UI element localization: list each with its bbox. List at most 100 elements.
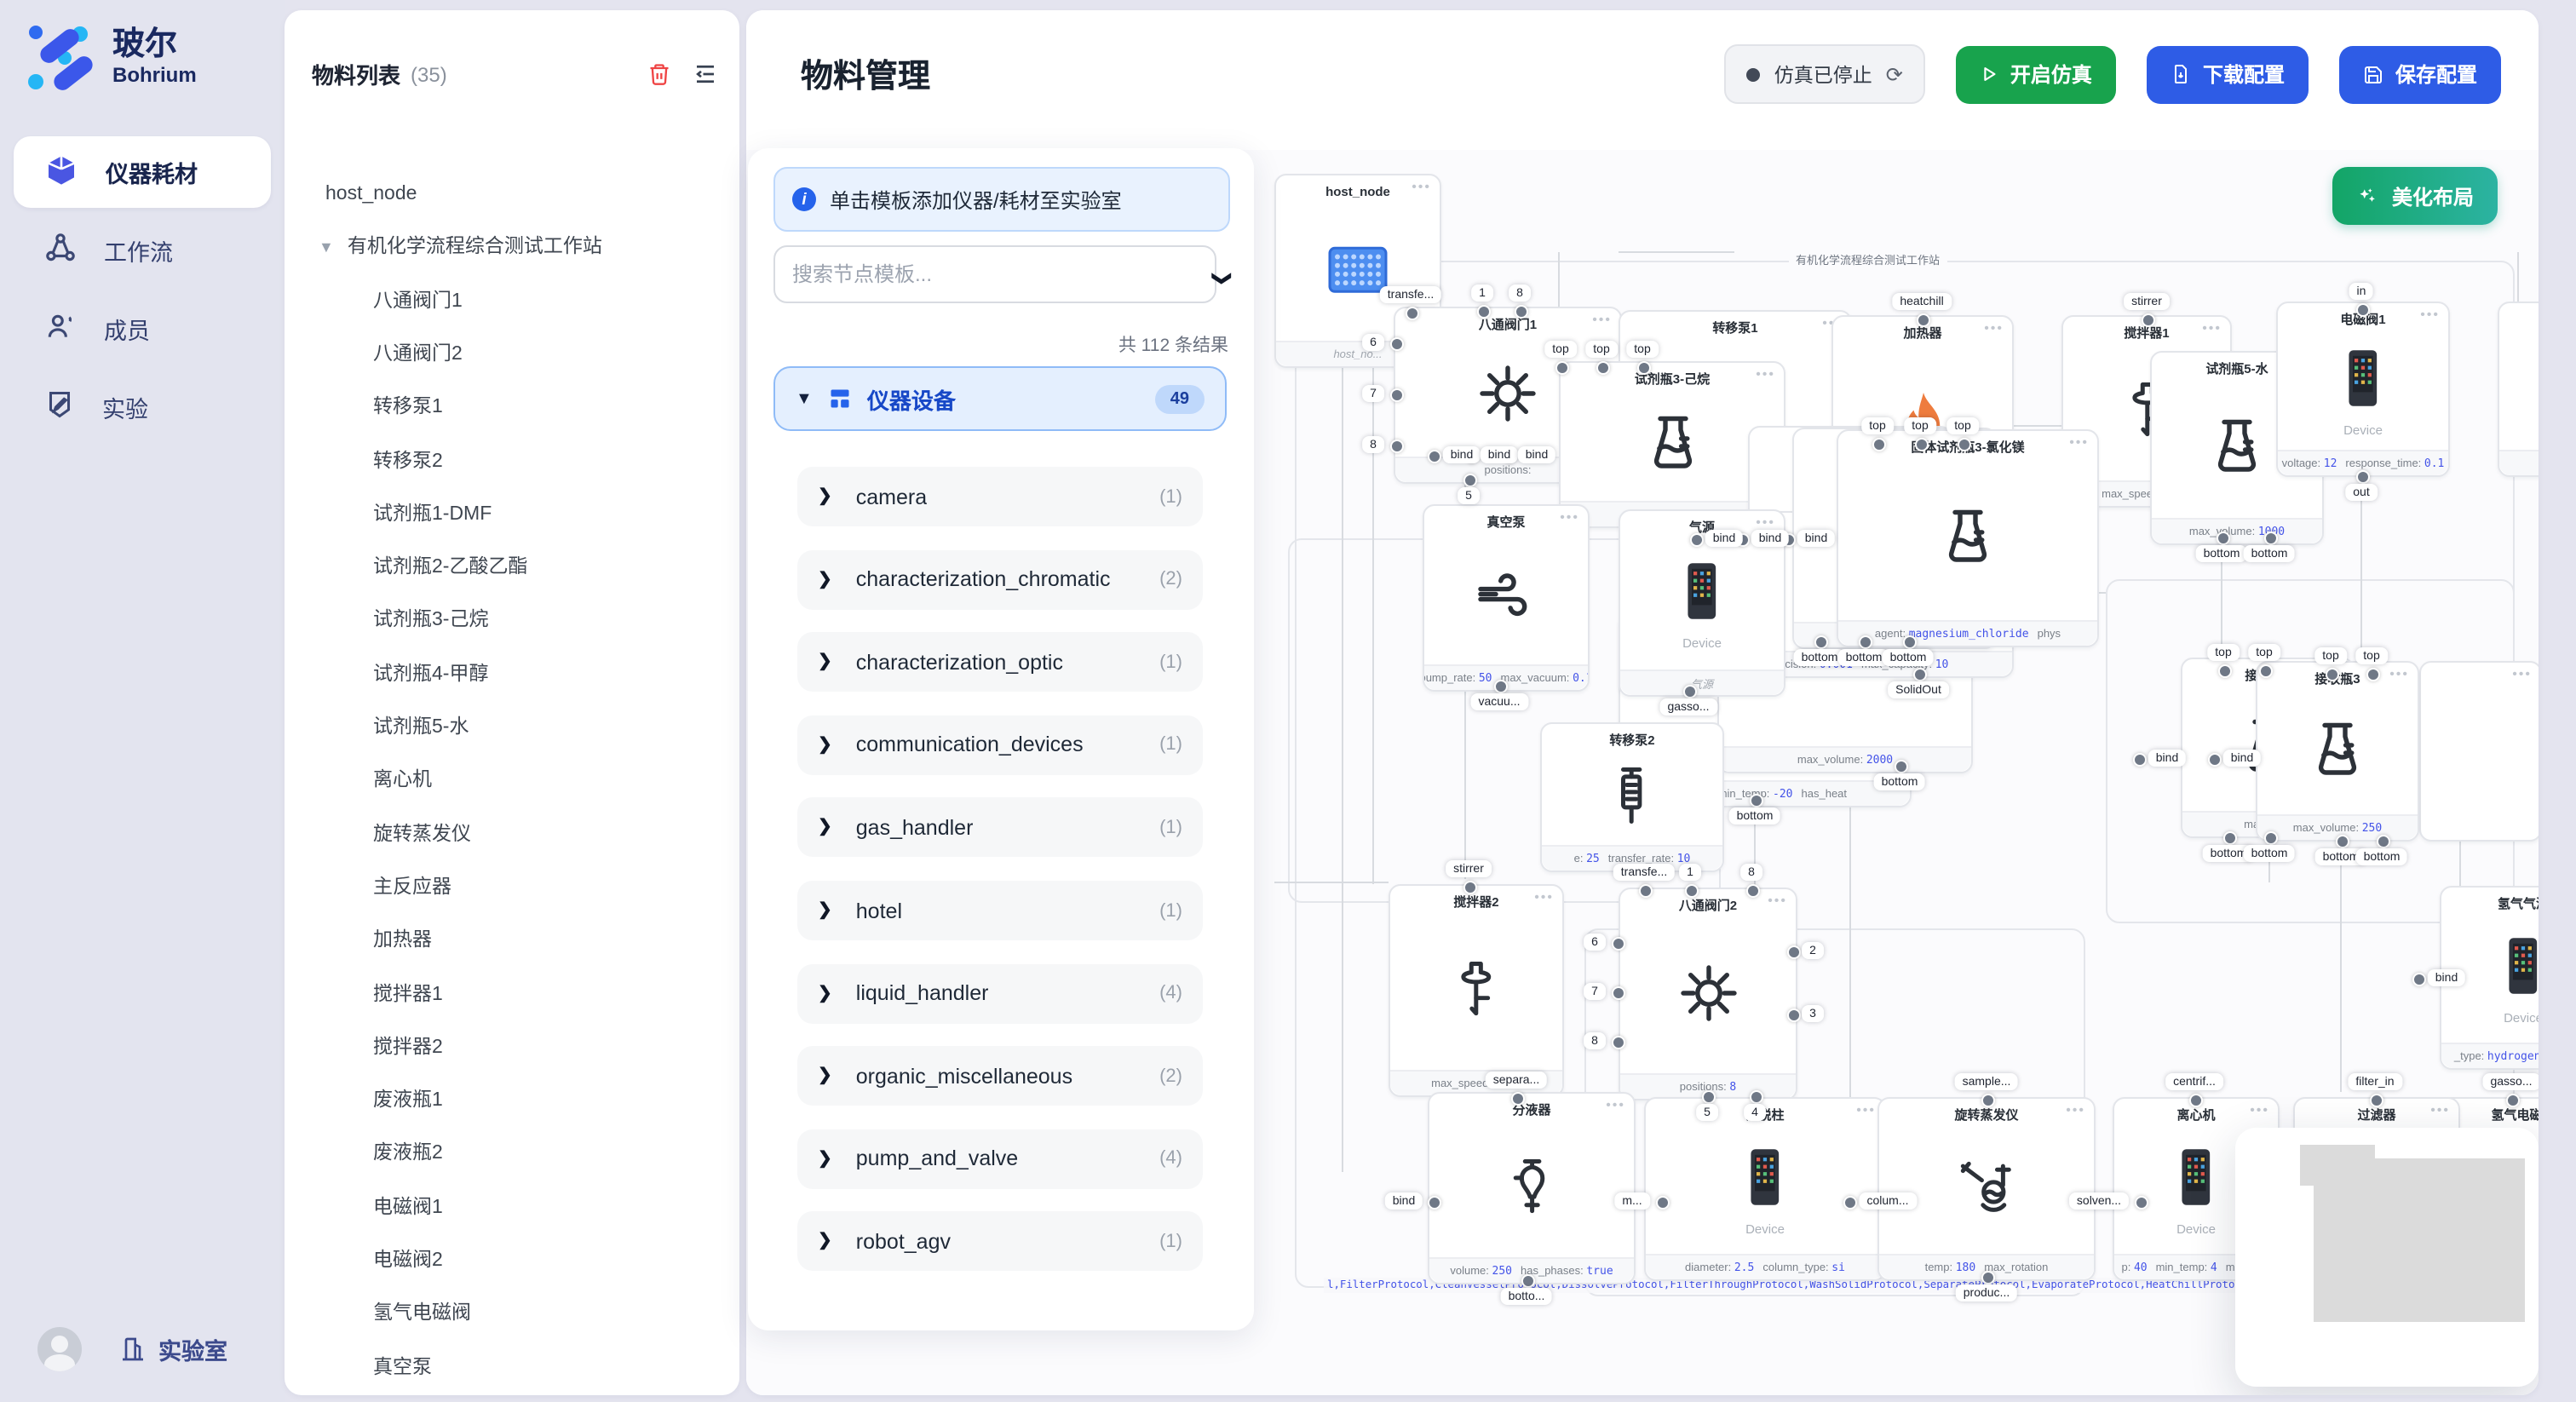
tree-item-搅拌器2[interactable]: 搅拌器2 [373, 1027, 443, 1068]
template-item-robot_agv[interactable]: ❯robot_agv(1) [797, 1212, 1203, 1272]
template-item-camera[interactable]: ❯camera(1) [797, 467, 1203, 526]
template-item-hotel[interactable]: ❯hotel(1) [797, 881, 1203, 940]
node-menu-icon[interactable]: ••• [2066, 1102, 2085, 1118]
sidebar-item-3[interactable]: 实验 [14, 371, 271, 443]
port-dot[interactable] [1981, 1271, 1995, 1284]
port-dot[interactable] [1463, 474, 1477, 487]
save-config-button[interactable]: 保存配置 [2339, 45, 2501, 103]
port-dot[interactable] [1596, 361, 1610, 375]
port-dot[interactable] [2264, 531, 2278, 545]
node-menu-icon[interactable]: ••• [1756, 366, 1775, 382]
port-dot[interactable] [1555, 361, 1569, 375]
port-dot[interactable] [2370, 1094, 2383, 1107]
port-dot[interactable] [2336, 835, 2349, 848]
node-menu-icon[interactable]: ••• [2202, 320, 2222, 336]
port-dot[interactable] [1872, 438, 1886, 451]
tree-item-试剂瓶4-甲醇[interactable]: 试剂瓶4-甲醇 [373, 653, 488, 694]
port-dot[interactable] [1494, 680, 1508, 693]
tree-item-八通阀门1[interactable]: 八通阀门1 [373, 280, 463, 321]
node-menu-icon[interactable]: ••• [1534, 889, 1554, 905]
tree-item-试剂瓶3-己烷[interactable]: 试剂瓶3-己烷 [373, 600, 488, 641]
port-dot[interactable] [2412, 973, 2426, 986]
tree-item-废液瓶2[interactable]: 废液瓶2 [373, 1134, 443, 1175]
node-接收瓶3[interactable]: 接收瓶3•••max_volume: 250 [2256, 661, 2419, 842]
tree-item-host_node[interactable]: host_node [325, 174, 417, 215]
node-menu-icon[interactable]: ••• [2389, 666, 2409, 681]
collapse-panel-icon[interactable] [692, 61, 719, 87]
port-dot[interactable] [1903, 635, 1917, 649]
port-dot[interactable] [1428, 1196, 1441, 1210]
node-menu-icon[interactable]: ••• [1756, 514, 1775, 530]
port-dot[interactable] [2259, 664, 2273, 678]
node-menu-icon[interactable]: ••• [1592, 312, 1612, 327]
tree-item-加热器[interactable]: 加热器 [373, 920, 432, 961]
port-dot[interactable] [2218, 664, 2232, 678]
node-固体试剂瓶3-氯化镁[interactable]: 固体试剂瓶3-氯化镁•••agent: magnesium_chlorideph… [1837, 429, 2099, 647]
sidebar-item-1[interactable]: 工作流 [14, 215, 271, 286]
port-dot[interactable] [2356, 303, 2370, 317]
node-menu-icon[interactable]: ••• [1412, 179, 1431, 194]
node-搅拌器2[interactable]: 搅拌器2•••max_speed: 2000 [1389, 884, 1564, 1097]
port-dot[interactable] [1639, 884, 1653, 898]
node-转移泵2[interactable]: 转移泵2e: 25transfer_rate: 10 [1540, 722, 1724, 872]
trash-icon[interactable] [647, 61, 671, 87]
port-dot[interactable] [1750, 794, 1763, 807]
tree-item-真空泵[interactable]: 真空泵 [373, 1347, 432, 1388]
tree-item-搅拌器1[interactable]: 搅拌器1 [373, 974, 443, 1014]
template-item-characterization_optic[interactable]: ❯characterization_optic(1) [797, 632, 1203, 692]
port-dot[interactable] [1786, 1008, 1800, 1022]
node-menu-icon[interactable]: ••• [1856, 1102, 1876, 1118]
sidebar-item-0[interactable]: 仪器耗材 [14, 136, 271, 208]
port-dot[interactable] [1463, 881, 1477, 894]
tree-item-转移泵1[interactable]: 转移泵1 [373, 387, 443, 428]
port-dot[interactable] [2142, 313, 2155, 327]
port-dot[interactable] [1917, 313, 1930, 327]
port-dot[interactable] [1511, 1092, 1525, 1106]
port-dot[interactable] [1814, 635, 1828, 649]
node-八通阀门2[interactable]: 八通阀门2•••positions: 8 [1619, 888, 1797, 1100]
template-item-liquid_handler[interactable]: ❯liquid_handler(4) [797, 963, 1203, 1023]
download-config-button[interactable]: 下载配置 [2147, 45, 2309, 103]
port-dot[interactable] [1702, 1090, 1716, 1104]
port-dot[interactable] [1859, 635, 1872, 649]
search-input[interactable] [773, 245, 1216, 303]
tree-item-试剂瓶2-乙酸乙酯[interactable]: 试剂瓶2-乙酸乙酯 [373, 547, 527, 588]
tree-item-离心机[interactable]: 离心机 [373, 761, 432, 802]
port-dot[interactable] [1843, 1196, 1857, 1210]
port-dot[interactable] [2223, 831, 2237, 845]
node-menu-icon[interactable]: ••• [1560, 509, 1579, 525]
node-电磁阀1[interactable]: 电磁阀1•••Devicevoltage: 12response_time: 0… [2276, 302, 2450, 477]
node-分液器[interactable]: 分液器•••volume: 250has_phases: true [1428, 1092, 1636, 1284]
node-menu-icon[interactable]: ••• [1606, 1097, 1625, 1112]
template-item-pump_and_valve[interactable]: ❯pump_and_valve(4) [797, 1129, 1203, 1189]
tree-item-八通阀门2[interactable]: 八通阀门2 [373, 334, 463, 375]
port-dot[interactable] [1611, 937, 1624, 951]
port-dot[interactable] [1915, 438, 1929, 451]
node-menu-icon[interactable]: ••• [2430, 1102, 2450, 1118]
port-dot[interactable] [1786, 945, 1800, 959]
avatar[interactable] [37, 1327, 82, 1371]
node-menu-icon[interactable]: ••• [1768, 893, 1787, 908]
port-dot[interactable] [1611, 986, 1624, 1000]
port-dot[interactable] [2133, 753, 2147, 767]
refresh-icon[interactable]: ⟳ [1886, 62, 1903, 86]
port-dot[interactable] [1389, 388, 1403, 402]
node-menu-icon[interactable]: ••• [2069, 434, 2089, 450]
port-dot[interactable] [1690, 533, 1704, 547]
node-menu-icon[interactable]: ••• [1984, 320, 2004, 336]
port-dot[interactable] [2326, 668, 2339, 681]
port-dot[interactable] [1389, 440, 1403, 453]
port-dot[interactable] [1637, 361, 1651, 375]
tree-item-试剂瓶5-水[interactable]: 试剂瓶5-水 [373, 707, 469, 748]
node-真空泵[interactable]: 真空泵•••pump_rate: 50max_vacuum: 0.1 [1423, 504, 1590, 692]
collapse-all-icon[interactable]: ❯ [1211, 271, 1233, 286]
port-dot[interactable] [1746, 884, 1760, 898]
port-dot[interactable] [1406, 307, 1419, 320]
port-dot[interactable] [1750, 1090, 1763, 1104]
port-dot[interactable] [1895, 760, 1908, 773]
port-dot[interactable] [2506, 1094, 2520, 1107]
port-dot[interactable] [2377, 835, 2390, 848]
tree-item-试剂瓶1-DMF[interactable]: 试剂瓶1-DMF [373, 494, 492, 535]
port-dot[interactable] [1521, 1274, 1535, 1288]
tree-item-氢气电磁阀[interactable]: 氢气电磁阀 [373, 1294, 471, 1335]
